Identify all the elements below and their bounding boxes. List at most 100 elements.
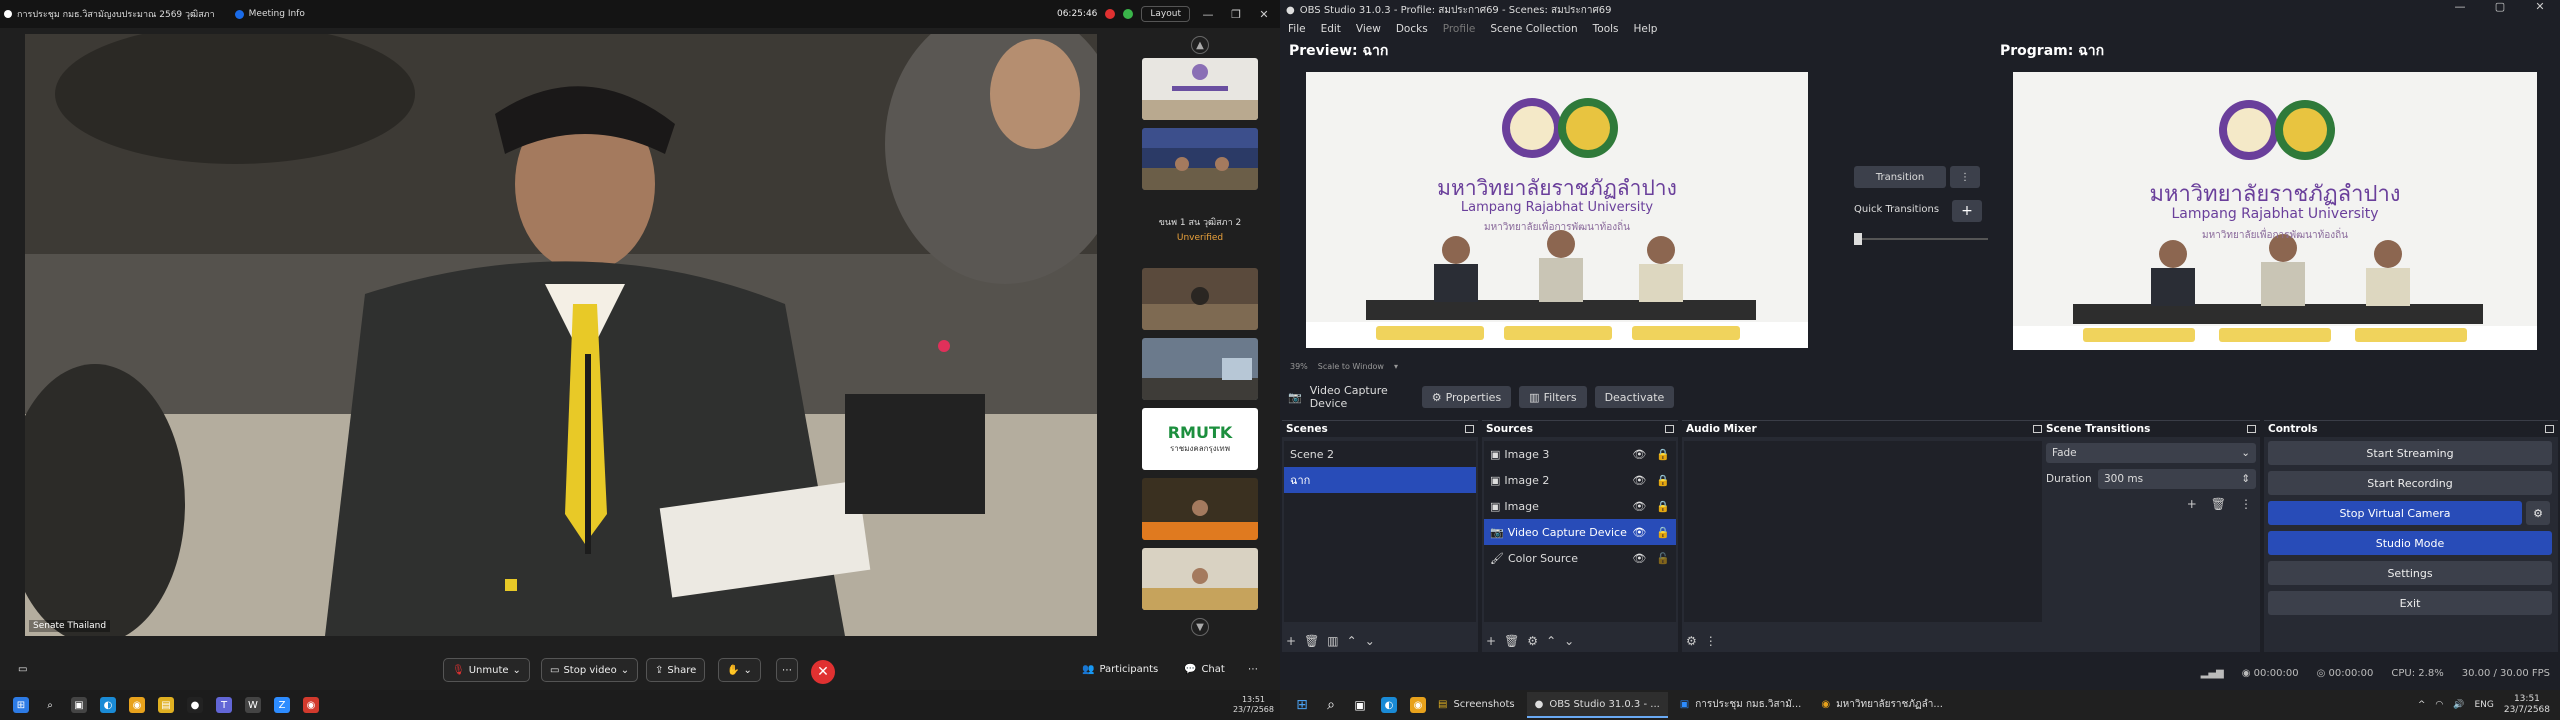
menu-docks[interactable]: Docks xyxy=(1396,23,1428,35)
trash-icon[interactable]: 🗑 xyxy=(1504,634,1519,648)
participant-thumbnail[interactable]: RMUTK ราชมงคลกรุงเทพ xyxy=(1142,408,1258,470)
arrow-down-icon[interactable]: ⌄ xyxy=(1564,634,1574,648)
language-indicator[interactable]: ENG xyxy=(2474,700,2493,710)
captions-icon[interactable]: ▭ xyxy=(18,664,27,675)
participant-thumbnail[interactable] xyxy=(1142,338,1258,400)
edge-icon[interactable]: ◐ xyxy=(1381,697,1397,713)
add-quick-transition-button[interactable]: + xyxy=(1952,200,1982,222)
lock-icon[interactable]: 🔒 xyxy=(1656,500,1670,513)
source-item[interactable]: ▣ Image 2 👁 🔒 xyxy=(1484,467,1676,493)
exit-button[interactable]: Exit xyxy=(2268,591,2552,615)
scene-item[interactable]: Scene 2 xyxy=(1284,441,1476,467)
gear-icon[interactable]: ⚙ xyxy=(1686,634,1697,648)
chrome-alt-icon[interactable]: ◉ xyxy=(303,697,319,713)
start-streaming-button[interactable]: Start Streaming xyxy=(2268,441,2552,465)
file-explorer-icon[interactable]: ▤ xyxy=(158,697,174,713)
unmute-button[interactable]: 🎙 Unmute ⌄ xyxy=(443,658,530,682)
add-icon[interactable]: + xyxy=(1486,634,1496,648)
maximize-icon[interactable]: ▢ xyxy=(2480,0,2520,13)
source-item-selected[interactable]: 📷 Video Capture Device 👁 🔒 xyxy=(1484,519,1676,545)
transition-slider[interactable] xyxy=(1854,233,1988,245)
active-speaker-video[interactable]: Senate Thailand xyxy=(25,34,1097,636)
participant-thumbnail[interactable] xyxy=(1142,478,1258,540)
zoom-icon[interactable]: Z xyxy=(274,697,290,713)
preview-canvas[interactable]: มหาวิทยาลัยราชภัฏลำปาง Lampang Rajabhat … xyxy=(1306,72,1808,348)
arrow-down-icon[interactable]: ⌄ xyxy=(1365,634,1375,648)
menu-scene-collection[interactable]: Scene Collection xyxy=(1490,23,1577,35)
arrow-up-icon[interactable]: ⌃ xyxy=(1546,634,1556,648)
trash-icon[interactable]: 🗑 xyxy=(1304,634,1319,648)
chat-button[interactable]: 💬 Chat xyxy=(1184,664,1225,675)
close-icon[interactable]: ✕ xyxy=(1254,8,1274,21)
transition-menu-icon[interactable]: ⋮ xyxy=(1950,166,1980,188)
add-icon[interactable]: + xyxy=(1286,634,1296,648)
filters-button[interactable]: ▥ Filters xyxy=(1519,386,1587,408)
undock-icon[interactable] xyxy=(2545,425,2554,433)
start-recording-button[interactable]: Start Recording xyxy=(2268,471,2552,495)
chevron-up-icon[interactable]: ▲ xyxy=(1191,36,1209,54)
windows-start-icon[interactable]: ⊞ xyxy=(13,697,29,713)
participant-thumbnail[interactable] xyxy=(1142,128,1258,190)
security-shield-icon[interactable] xyxy=(1123,9,1134,19)
eye-icon[interactable]: 👁 xyxy=(1632,526,1646,539)
arrow-up-icon[interactable]: ⌃ xyxy=(1347,634,1357,648)
end-call-button[interactable]: ✕ xyxy=(811,660,835,684)
slider-handle[interactable] xyxy=(1854,233,1862,245)
wifi-icon[interactable]: ◠ xyxy=(2435,700,2443,710)
more-options-icon[interactable]: ⋯ xyxy=(1248,664,1258,675)
eye-icon[interactable]: 👁 xyxy=(1632,552,1646,565)
obs-icon[interactable]: ● xyxy=(187,697,203,713)
undock-icon[interactable] xyxy=(1465,425,1474,433)
filter-icon[interactable]: ▥ xyxy=(1327,634,1338,648)
meeting-info-link[interactable]: Meeting Info xyxy=(249,9,305,19)
virtual-camera-settings-icon[interactable]: ⚙ xyxy=(2526,501,2550,525)
info-icon[interactable] xyxy=(234,9,244,19)
chrome-icon[interactable]: ◉ xyxy=(1410,697,1426,713)
task-view-icon[interactable]: ▣ xyxy=(71,697,87,713)
layout-button[interactable]: Layout xyxy=(1141,6,1190,22)
windows-start-icon[interactable]: ⊞ xyxy=(1294,697,1310,713)
source-item[interactable]: ▣ Image 👁 🔒 xyxy=(1484,493,1676,519)
eye-icon[interactable]: 👁 xyxy=(1632,474,1646,487)
scale-mode-select[interactable]: Scale to Window xyxy=(1318,362,1384,371)
menu-file[interactable]: File xyxy=(1288,23,1306,35)
participant-thumbnail[interactable] xyxy=(1142,268,1258,330)
search-icon[interactable]: ⌕ xyxy=(1323,697,1339,713)
teams-icon[interactable]: T xyxy=(216,697,232,713)
menu-edit[interactable]: Edit xyxy=(1321,23,1341,35)
taskbar-app-chrome[interactable]: ◉ มหาวิทยาลัยราชภัฏลำ... xyxy=(1813,692,1951,718)
speaker-icon[interactable]: 🔊 xyxy=(2453,700,2464,710)
chrome-icon[interactable]: ◉ xyxy=(129,697,145,713)
menu-dots-icon[interactable]: ⋮ xyxy=(2240,497,2252,511)
transition-type-select[interactable]: Fade ⌄ xyxy=(2046,443,2256,463)
source-item[interactable]: ▣ Image 3 👁 🔒 xyxy=(1484,441,1676,467)
tray-chevron-icon[interactable]: ^ xyxy=(2418,700,2426,710)
left-clock[interactable]: 13:51 23/7/2568 xyxy=(1233,695,1274,715)
eye-icon[interactable]: 👁 xyxy=(1632,448,1646,461)
participant-thumbnail-text[interactable]: ขนพ 1 สน วุฒิสภา 2 Unverified xyxy=(1142,198,1258,260)
minimize-icon[interactable]: — xyxy=(1198,8,1218,21)
minimize-icon[interactable]: — xyxy=(2440,0,2480,13)
lock-icon[interactable]: 🔒 xyxy=(1656,474,1670,487)
deactivate-button[interactable]: Deactivate xyxy=(1594,386,1675,408)
eye-icon[interactable]: 👁 xyxy=(1632,500,1646,513)
stop-video-button[interactable]: ▭ Stop video ⌄ xyxy=(541,658,639,682)
menu-view[interactable]: View xyxy=(1356,23,1381,35)
participant-thumbnail[interactable] xyxy=(1142,548,1258,610)
menu-help[interactable]: Help xyxy=(1634,23,1658,35)
app-icon[interactable]: W xyxy=(245,697,261,713)
unlock-icon[interactable]: 🔓 xyxy=(1656,552,1670,565)
scene-item-selected[interactable]: ฉาก xyxy=(1284,467,1476,493)
stop-virtual-camera-button[interactable]: Stop Virtual Camera xyxy=(2268,501,2522,525)
taskbar-app-zoom[interactable]: ▣ การประชุม กมธ.วิสามั... xyxy=(1672,692,1810,718)
chevron-down-icon[interactable]: ▾ xyxy=(1394,362,1398,371)
right-clock[interactable]: 13:51 23/7/2568 xyxy=(2504,694,2550,716)
close-icon[interactable]: ✕ xyxy=(2520,0,2560,13)
edge-icon[interactable]: ◐ xyxy=(100,697,116,713)
gear-icon[interactable]: ⚙ xyxy=(1527,634,1538,648)
participant-thumbnail[interactable] xyxy=(1142,58,1258,120)
menu-profile[interactable]: Profile xyxy=(1443,23,1476,35)
menu-dots-icon[interactable]: ⋮ xyxy=(1705,634,1717,648)
undock-icon[interactable] xyxy=(2033,425,2042,433)
taskbar-app-screenshots[interactable]: ▤ Screenshots xyxy=(1430,692,1523,718)
